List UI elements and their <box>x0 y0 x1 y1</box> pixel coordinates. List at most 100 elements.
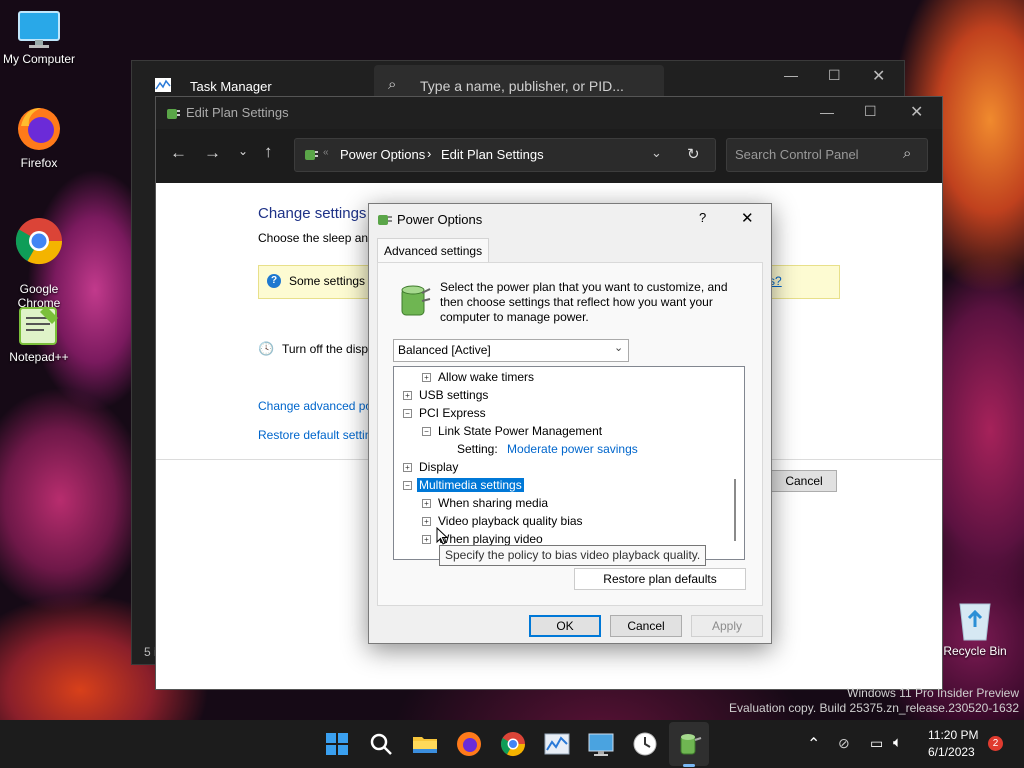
clock-icon[interactable] <box>629 728 661 760</box>
power-options-icon <box>305 150 318 160</box>
tree-item-label: Multimedia settings <box>417 478 524 492</box>
tree-item-selected[interactable]: − Multimedia settings <box>403 476 524 494</box>
desktop-icon-firefox[interactable]: Firefox <box>0 104 79 170</box>
dialog-title: Power Options <box>397 212 483 227</box>
monitor-icon <box>18 11 60 48</box>
power-options-dialog[interactable]: Power Options ? ✕ Advanced settings Sele… <box>368 203 772 644</box>
clock-time[interactable]: 11:20 PM <box>928 728 978 742</box>
tree-item[interactable]: + When sharing media <box>422 494 548 512</box>
power-options-icon <box>167 109 180 119</box>
tree-item[interactable]: − PCI Express <box>403 404 486 422</box>
expand-plus-icon[interactable]: + <box>422 499 431 508</box>
watermark-line1: Windows 11 Pro Insider Preview <box>847 686 1019 700</box>
breadcrumb-edit-plan-settings[interactable]: Edit Plan Settings <box>441 147 544 162</box>
tree-scrollbar-thumb[interactable] <box>734 479 736 541</box>
search-placeholder: Type a name, publisher, or PID... <box>420 78 624 94</box>
info-icon: ? <box>267 274 281 288</box>
start-icon[interactable] <box>321 728 353 760</box>
file-explorer-icon[interactable] <box>409 728 441 760</box>
desktop-icon-label: Recycle Bin <box>943 644 1007 658</box>
address-bar[interactable]: « Power Options › Edit Plan Settings ⌄ ↻ <box>294 138 716 172</box>
power-battery-icon <box>401 285 431 316</box>
apply-button[interactable]: Apply <box>691 615 763 637</box>
expand-plus-icon[interactable]: + <box>422 373 431 382</box>
chevron-up-icon[interactable]: ⌃ <box>807 734 820 754</box>
collapse-minus-icon[interactable]: − <box>403 481 412 490</box>
desktop-icon-my-computer[interactable]: My Computer <box>0 10 79 66</box>
power-plan-select[interactable]: Balanced [Active] ⌄ <box>393 339 629 362</box>
performance-monitor-icon[interactable] <box>541 728 573 760</box>
minimize-button[interactable]: — <box>820 104 834 120</box>
setting-label: Setting: <box>457 442 498 456</box>
back-arrow-icon[interactable]: ← <box>170 143 187 163</box>
expand-plus-icon[interactable]: + <box>403 463 412 472</box>
maximize-button[interactable]: ☐ <box>828 67 841 84</box>
cancel-button[interactable]: Cancel <box>771 470 837 492</box>
search-icon: ⌕ <box>903 145 912 162</box>
restore-plan-defaults-button[interactable]: Restore plan defaults <box>574 568 746 590</box>
task-manager-title: Task Manager <box>190 79 272 94</box>
close-button[interactable]: ✕ <box>872 66 885 86</box>
refresh-icon[interactable]: ↻ <box>687 145 700 163</box>
remote-desktop-icon[interactable] <box>585 728 617 760</box>
notification-badge[interactable]: 2 <box>988 736 1003 751</box>
mouse-cursor-icon <box>436 527 448 545</box>
display-icon[interactable]: ▭ <box>870 735 883 752</box>
plan-selected-value: Balanced [Active] <box>398 343 491 357</box>
chevron-down-icon[interactable]: ⌄ <box>651 145 662 161</box>
change-advanced-link[interactable]: Change advanced po <box>258 399 372 413</box>
tree-item-label: USB settings <box>419 388 489 402</box>
setting-value-link[interactable]: Moderate power savings <box>507 442 638 456</box>
breadcrumb-power-options[interactable]: Power Options <box>340 147 425 162</box>
search-placeholder: Search Control Panel <box>735 147 859 162</box>
tab-advanced-settings[interactable]: Advanced settings <box>377 238 490 263</box>
desktop-icon-label: My Computer <box>2 52 76 66</box>
desktop-icon-chrome[interactable]: Google Chrome <box>0 202 79 310</box>
overflow-chevron-icon: « <box>323 147 329 158</box>
control-panel-search-input[interactable]: Search Control Panel ⌕ <box>726 138 928 172</box>
search-icon: ⌕ <box>388 76 397 93</box>
tree-item-label: When playing video <box>438 532 543 546</box>
desktop-icon-label: Firefox <box>20 156 58 170</box>
network-icon[interactable]: ⊘ <box>838 735 850 752</box>
desktop-icon-notepadpp[interactable]: Notepad++ <box>0 304 79 364</box>
title-bar[interactable]: Edit Plan Settings — ☐ ✕ <box>156 97 942 129</box>
expand-plus-icon[interactable]: + <box>422 535 431 544</box>
clock-date[interactable]: 6/1/2023 <box>928 745 975 759</box>
help-button[interactable]: ? <box>699 210 706 225</box>
cancel-button[interactable]: Cancel <box>610 615 682 637</box>
desktop-icon-recycle-bin[interactable]: Recycle Bin <box>935 596 1015 658</box>
tree-item[interactable]: + Allow wake timers <box>422 368 534 386</box>
chrome-icon[interactable] <box>497 728 529 760</box>
maximize-button[interactable]: ☐ <box>864 103 877 120</box>
collapse-minus-icon[interactable]: − <box>422 427 431 436</box>
tree-item-label: Link State Power Management <box>438 424 603 438</box>
collapse-minus-icon[interactable]: − <box>403 409 412 418</box>
chevron-down-icon[interactable]: ⌄ <box>238 144 248 158</box>
restore-default-link[interactable]: Restore default settin <box>258 428 371 442</box>
tree-item[interactable]: + USB settings <box>403 386 488 404</box>
power-options-icon[interactable] <box>673 728 705 760</box>
display-off-label: Turn off the disp <box>282 342 369 356</box>
speaker-icon[interactable]: 🔈︎ <box>893 734 902 751</box>
tree-setting-row[interactable]: Setting: Moderate power savings <box>457 440 638 458</box>
chrome-icon <box>15 218 63 265</box>
close-button[interactable]: ✕ <box>741 209 754 227</box>
tree-item[interactable]: + Display <box>403 458 458 476</box>
expand-plus-icon[interactable]: + <box>422 517 431 526</box>
navigation-bar: ← → ⌄ ↑ « Power Options › Edit Plan Sett… <box>156 129 942 183</box>
firefox-icon[interactable] <box>453 728 485 760</box>
ok-button[interactable]: OK <box>529 615 601 637</box>
search-icon[interactable] <box>365 728 397 760</box>
expand-plus-icon[interactable]: + <box>403 391 412 400</box>
minimize-button[interactable]: — <box>784 67 798 83</box>
up-arrow-icon[interactable]: ↑ <box>264 142 273 162</box>
close-button[interactable]: ✕ <box>910 102 923 122</box>
page-subtext: Choose the sleep and <box>258 231 375 245</box>
power-options-icon <box>378 215 392 225</box>
window-title: Edit Plan Settings <box>186 105 289 120</box>
tree-item-label: When sharing media <box>438 496 549 510</box>
forward-arrow-icon[interactable]: → <box>204 143 221 163</box>
breadcrumb-separator-icon: › <box>427 146 432 161</box>
tree-item[interactable]: − Link State Power Management <box>422 422 602 440</box>
